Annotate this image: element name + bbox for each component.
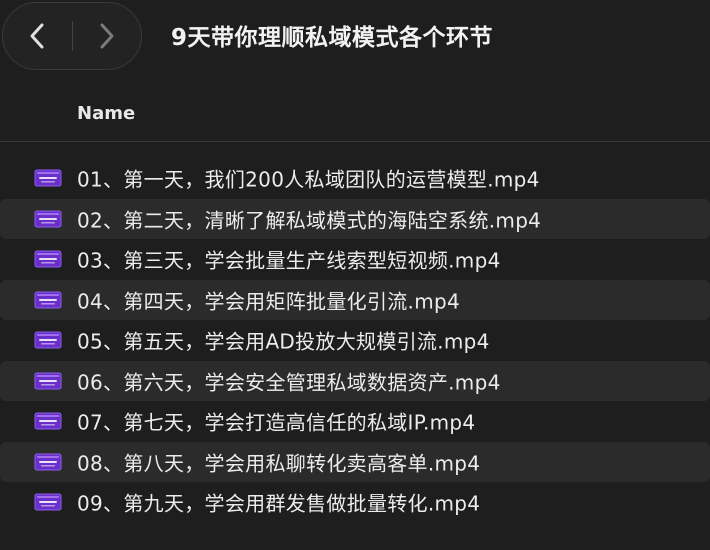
- file-row[interactable]: 06、第六天，学会安全管理私域数据资产.mp4: [0, 360, 710, 401]
- file-name: 01、第一天，我们200人私域团队的运营模型.mp4: [77, 167, 540, 192]
- forward-button[interactable]: [73, 3, 142, 69]
- navigation-buttons: [2, 2, 142, 70]
- chevron-right-icon: [100, 23, 114, 49]
- file-name: 02、第二天，清晰了解私域模式的海陆空系统.mp4: [77, 208, 542, 233]
- video-file-icon: [34, 210, 62, 228]
- video-file-icon: [34, 412, 62, 430]
- file-row[interactable]: 02、第二天，清晰了解私域模式的海陆空系统.mp4: [0, 198, 710, 239]
- video-file-icon: [34, 331, 62, 349]
- file-list: 01、第一天，我们200人私域团队的运营模型.mp4 02、第二天，清晰了解私域模…: [0, 158, 710, 523]
- file-row[interactable]: 07、第七天，学会打造高信任的私域IP.mp4: [0, 401, 710, 442]
- column-header-name[interactable]: Name: [77, 103, 135, 124]
- back-button[interactable]: [3, 3, 72, 69]
- window-title: 9天带你理顺私域模式各个环节: [171, 25, 494, 51]
- file-name: 05、第五天，学会用AD投放大规模引流.mp4: [77, 329, 490, 354]
- file-name: 04、第四天，学会用矩阵批量化引流.mp4: [77, 289, 461, 314]
- chevron-left-icon: [30, 23, 44, 49]
- file-row[interactable]: 03、第三天，学会批量生产线索型短视频.mp4: [0, 239, 710, 280]
- video-file-icon: [34, 169, 62, 187]
- file-row[interactable]: 09、第九天，学会用群发售做批量转化.mp4: [0, 482, 710, 523]
- file-name: 09、第九天，学会用群发售做批量转化.mp4: [77, 491, 481, 516]
- file-row[interactable]: 05、第五天，学会用AD投放大规模引流.mp4: [0, 320, 710, 361]
- finder-window: 9天带你理顺私域模式各个环节 Name 01、第一天，我们200人私域团队的运营…: [0, 0, 710, 550]
- video-file-icon: [34, 372, 62, 390]
- video-file-icon: [34, 493, 62, 511]
- toolbar: 9天带你理顺私域模式各个环节: [0, 0, 710, 80]
- video-file-icon: [34, 250, 62, 268]
- file-row[interactable]: 04、第四天，学会用矩阵批量化引流.mp4: [0, 279, 710, 320]
- file-name: 07、第七天，学会打造高信任的私域IP.mp4: [77, 410, 476, 435]
- video-file-icon: [34, 453, 62, 471]
- file-row[interactable]: 01、第一天，我们200人私域团队的运营模型.mp4: [0, 158, 710, 199]
- file-name: 03、第三天，学会批量生产线索型短视频.mp4: [77, 248, 501, 273]
- file-name: 08、第八天，学会用私聊转化卖高客单.mp4: [77, 451, 481, 476]
- file-name: 06、第六天，学会安全管理私域数据资产.mp4: [77, 370, 501, 395]
- video-file-icon: [34, 291, 62, 309]
- column-header: Name: [0, 92, 710, 142]
- file-row[interactable]: 08、第八天，学会用私聊转化卖高客单.mp4: [0, 441, 710, 482]
